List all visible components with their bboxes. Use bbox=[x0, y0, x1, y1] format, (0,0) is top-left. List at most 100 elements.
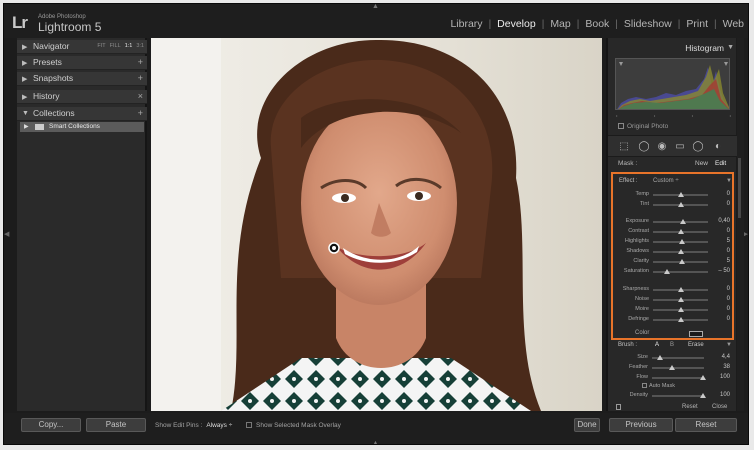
slider-thumb[interactable] bbox=[656, 355, 663, 360]
brush-slider-size[interactable]: Size 4,4 bbox=[608, 353, 738, 362]
module-library[interactable]: Library bbox=[444, 18, 488, 30]
brush-slider-density[interactable]: Density 100 bbox=[608, 391, 738, 400]
module-slideshow[interactable]: Slideshow bbox=[618, 18, 678, 30]
panel-reset-button[interactable]: Reset bbox=[682, 404, 698, 410]
slider-exposure[interactable]: Exposure 0,40 bbox=[613, 217, 734, 226]
smart-collections-item[interactable]: ▶ Smart Collections bbox=[20, 122, 144, 132]
slider-noise[interactable]: Noise 0 bbox=[613, 295, 734, 304]
slider-value[interactable]: 0 bbox=[710, 201, 730, 207]
add-snapshot-button[interactable]: + bbox=[138, 73, 143, 83]
slider-track[interactable] bbox=[653, 192, 708, 197]
show-mask-overlay-checkbox[interactable]: Show Selected Mask Overlay bbox=[246, 422, 341, 429]
spot-removal-icon[interactable]: ◯ bbox=[638, 141, 650, 153]
crop-icon[interactable]: ⬚ bbox=[618, 141, 630, 153]
paste-button[interactable]: Paste bbox=[86, 418, 146, 432]
slider-value[interactable]: 0 bbox=[710, 306, 730, 312]
slider-temp[interactable]: Temp 0 bbox=[613, 190, 734, 199]
done-button[interactable]: Done bbox=[574, 418, 600, 432]
slider-track[interactable] bbox=[652, 365, 704, 370]
panel-close-button[interactable]: Close bbox=[712, 404, 727, 410]
slider-track[interactable] bbox=[653, 202, 708, 207]
slider-clarity[interactable]: Clarity 5 bbox=[613, 257, 734, 266]
navigator-header[interactable]: ▶ Navigator FIT FILL 1:1 3:1 bbox=[17, 40, 147, 54]
slider-highlights[interactable]: Highlights 5 bbox=[613, 237, 734, 246]
slider-track[interactable] bbox=[652, 355, 704, 360]
original-photo-checkbox[interactable]: Original Photo bbox=[618, 123, 668, 130]
slider-value[interactable]: 0 bbox=[710, 296, 730, 302]
mask-new-button[interactable]: New bbox=[695, 160, 708, 167]
effect-preset-select[interactable]: Custom ÷ bbox=[653, 178, 679, 184]
slider-value[interactable]: 5 bbox=[710, 238, 730, 244]
history-header[interactable]: ▶ History × bbox=[17, 90, 147, 104]
previous-button[interactable]: Previous bbox=[609, 418, 673, 432]
slider-value[interactable]: 0 bbox=[710, 191, 730, 197]
photo-canvas[interactable] bbox=[151, 38, 602, 411]
presets-header[interactable]: ▶ Presets + bbox=[17, 56, 147, 70]
slider-value[interactable]: 38 bbox=[710, 364, 730, 370]
brush-b-button[interactable]: B bbox=[670, 342, 674, 348]
slider-thumb[interactable] bbox=[679, 219, 686, 224]
slider-sharpness[interactable]: Sharpness 0 bbox=[613, 285, 734, 294]
slider-thumb[interactable] bbox=[678, 259, 685, 264]
slider-track[interactable] bbox=[653, 307, 708, 312]
collapse-triangle-icon[interactable]: ▼ bbox=[726, 178, 732, 184]
zoom-1-1[interactable]: 1:1 bbox=[125, 43, 133, 49]
slider-thumb[interactable] bbox=[663, 269, 670, 274]
mask-edit-button[interactable]: Edit bbox=[715, 160, 726, 167]
module-web[interactable]: Web bbox=[717, 18, 748, 30]
histogram-header[interactable]: Histogram ▼ bbox=[608, 42, 738, 54]
right-panel-scrollbar[interactable] bbox=[737, 38, 744, 411]
reset-button[interactable]: Reset bbox=[675, 418, 737, 432]
slider-moire[interactable]: Moire 0 bbox=[613, 305, 734, 314]
slider-track[interactable] bbox=[653, 229, 708, 234]
module-print[interactable]: Print bbox=[680, 18, 714, 30]
slider-thumb[interactable] bbox=[677, 229, 684, 234]
red-eye-icon[interactable]: ◉ bbox=[656, 141, 668, 153]
slider-thumb[interactable] bbox=[677, 249, 684, 254]
slider-value[interactable]: – 50 bbox=[710, 268, 730, 274]
module-book[interactable]: Book bbox=[579, 18, 615, 30]
slider-value[interactable]: 100 bbox=[710, 392, 730, 398]
zoom-fill[interactable]: FILL bbox=[110, 43, 121, 49]
slider-thumb[interactable] bbox=[677, 307, 684, 312]
slider-track[interactable] bbox=[653, 317, 708, 322]
slider-track[interactable] bbox=[653, 219, 708, 224]
slider-value[interactable]: 0 bbox=[710, 248, 730, 254]
slider-value[interactable]: 4,4 bbox=[710, 354, 730, 360]
slider-tint[interactable]: Tint 0 bbox=[613, 200, 734, 209]
collections-header[interactable]: ▼ Collections + bbox=[17, 107, 147, 121]
module-map[interactable]: Map bbox=[544, 18, 576, 30]
slider-track[interactable] bbox=[653, 239, 708, 244]
slider-thumb[interactable] bbox=[678, 239, 685, 244]
slider-track[interactable] bbox=[653, 287, 708, 292]
collapse-triangle-icon[interactable]: ▼ bbox=[726, 342, 732, 348]
brush-slider-feather[interactable]: Feather 38 bbox=[608, 363, 738, 372]
panel-switch-icon[interactable] bbox=[616, 404, 621, 410]
slider-thumb[interactable] bbox=[677, 202, 684, 207]
slider-thumb[interactable] bbox=[677, 317, 684, 322]
auto-mask-checkbox[interactable]: Auto Mask bbox=[642, 383, 675, 389]
slider-value[interactable]: 0,40 bbox=[710, 218, 730, 224]
add-preset-button[interactable]: + bbox=[138, 57, 143, 67]
slider-defringe[interactable]: Defringe 0 bbox=[613, 315, 734, 324]
left-panel-toggle-icon[interactable]: ◀ bbox=[4, 230, 9, 238]
slider-thumb[interactable] bbox=[699, 393, 706, 398]
slider-track[interactable] bbox=[652, 393, 706, 398]
brush-erase-button[interactable]: Erase bbox=[688, 342, 704, 348]
radial-filter-icon[interactable]: ◯ bbox=[692, 141, 704, 153]
zoom-fit[interactable]: FIT bbox=[97, 43, 105, 49]
color-swatch[interactable] bbox=[689, 331, 703, 337]
slider-value[interactable]: 0 bbox=[710, 228, 730, 234]
brush-slider-flow[interactable]: Flow 100 bbox=[608, 373, 738, 382]
slider-value[interactable]: 0 bbox=[710, 316, 730, 322]
slider-saturation[interactable]: Saturation – 50 bbox=[613, 267, 734, 276]
slider-track[interactable] bbox=[653, 249, 708, 254]
snapshots-header[interactable]: ▶ Snapshots + bbox=[17, 72, 147, 86]
bottom-panel-toggle-icon[interactable]: ▲ bbox=[372, 440, 379, 444]
slider-value[interactable]: 5 bbox=[710, 258, 730, 264]
graduated-filter-icon[interactable]: ▭ bbox=[674, 141, 686, 153]
brush-a-button[interactable]: A bbox=[655, 342, 659, 348]
module-develop[interactable]: Develop bbox=[491, 18, 542, 30]
slider-contrast[interactable]: Contrast 0 bbox=[613, 227, 734, 236]
slider-track[interactable] bbox=[653, 259, 708, 264]
